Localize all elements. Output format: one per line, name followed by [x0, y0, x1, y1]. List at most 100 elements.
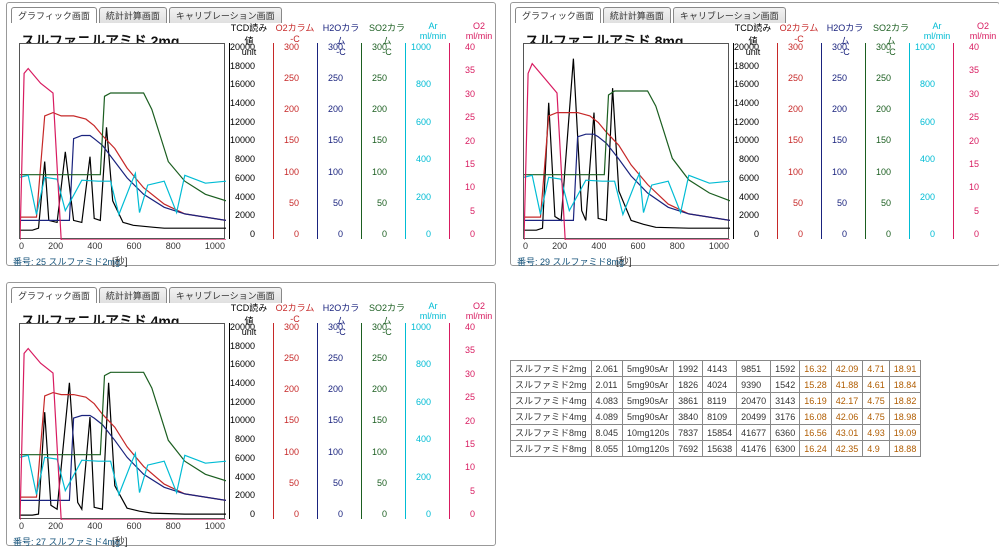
table-cell: 7692 [674, 441, 703, 457]
table-cell: 10mg120s [623, 425, 674, 441]
table-cell: スルファミド2mg [511, 361, 592, 377]
axis-scale-o2col: 300250200150100500 [273, 43, 299, 239]
tab[interactable]: 統計計算画面 [99, 287, 167, 303]
table-cell: 15638 [703, 441, 737, 457]
table-cell: 4.089 [591, 409, 623, 425]
chart-panel-p2: グラフィック画面統計計算画面キャリブレーション画面スルファニルアミド 2mgTC… [6, 2, 496, 266]
table-row: スルファミド2mg2.0615mg90sAr199241439851159216… [511, 361, 921, 377]
table-cell: スルファミド4mg [511, 409, 592, 425]
table-cell: スルファミド8mg [511, 441, 592, 457]
table-cell: 8.045 [591, 425, 623, 441]
table-cell: 5mg90sAr [623, 409, 674, 425]
table-cell: 18.88 [889, 441, 921, 457]
axis-scale-so2col: 300250200150100500 [865, 43, 891, 239]
table-cell: 1542 [771, 377, 800, 393]
table-cell: 4024 [703, 377, 737, 393]
table-cell: 5mg90sAr [623, 377, 674, 393]
table-cell: 16.24 [800, 441, 832, 457]
tab[interactable]: 統計計算画面 [99, 7, 167, 23]
axis-scale-ar: 10008006004002000 [405, 43, 431, 239]
table-cell: 8109 [703, 409, 737, 425]
table-cell: 9851 [737, 361, 771, 377]
panel-footer: 番号: 29 スルファミド8mg [517, 255, 624, 268]
table-cell: 1592 [771, 361, 800, 377]
table-cell: スルファミド2mg [511, 377, 592, 393]
table-cell: 41677 [737, 425, 771, 441]
axis-scale-o2: 4035302520151050 [449, 323, 475, 519]
table-cell: 3861 [674, 393, 703, 409]
table-cell: 41.88 [831, 377, 863, 393]
table-cell: 16.08 [800, 409, 832, 425]
axis-scale-tcd: 2000018000160001400012000100008000600040… [733, 43, 759, 239]
table-cell: 4.71 [863, 361, 890, 377]
panel-footer: 番号: 27 スルファミド4mg [13, 535, 120, 548]
panel-footer: 番号: 25 スルファミド2mg [13, 255, 120, 268]
series-line [20, 93, 226, 201]
table-cell: 7837 [674, 425, 703, 441]
axis-scale-o2: 4035302520151050 [449, 43, 475, 239]
table-cell: 10mg120s [623, 441, 674, 457]
table-cell: 42.06 [831, 409, 863, 425]
axis-scale-h2ocol: 300250200150100500 [317, 323, 343, 519]
table-cell: 42.09 [831, 361, 863, 377]
table-cell: 16.19 [800, 393, 832, 409]
tab[interactable]: 統計計算画面 [603, 7, 671, 23]
table-cell: 2.061 [591, 361, 623, 377]
table-cell: 41476 [737, 441, 771, 457]
table-cell: 42.35 [831, 441, 863, 457]
table-cell: 4.75 [863, 393, 890, 409]
table-cell: 5mg90sAr [623, 361, 674, 377]
table-cell: 1992 [674, 361, 703, 377]
axis-scale-ar: 10008006004002000 [405, 323, 431, 519]
table-cell: 8.055 [591, 441, 623, 457]
tab[interactable]: グラフィック画面 [11, 7, 97, 23]
axis-scale-o2: 4035302520151050 [953, 43, 979, 239]
table-cell: 4.083 [591, 393, 623, 409]
tab[interactable]: グラフィック画面 [11, 287, 97, 303]
table-cell: 3143 [771, 393, 800, 409]
table-cell: 1826 [674, 377, 703, 393]
table-cell: 6360 [771, 425, 800, 441]
results-table: スルファミド2mg2.0615mg90sAr199241439851159216… [510, 360, 921, 457]
table-cell: 18.98 [889, 409, 921, 425]
axis-scale-h2ocol: 300250200150100500 [821, 43, 847, 239]
table-cell: 15854 [703, 425, 737, 441]
table-row: スルファミド4mg4.0895mg90sAr384081092049931761… [511, 409, 921, 425]
axis-scale-o2col: 300250200150100500 [777, 43, 803, 239]
plot-area [19, 323, 225, 519]
table-cell: 4.61 [863, 377, 890, 393]
axis-scale-ar: 10008006004002000 [909, 43, 935, 239]
table-cell: 18.82 [889, 393, 921, 409]
table-cell: 16.56 [800, 425, 832, 441]
table-cell: 4.75 [863, 409, 890, 425]
x-ticks: 02004006008001000 [523, 241, 729, 251]
x-ticks: 02004006008001000 [19, 521, 225, 531]
axis-scale-tcd: 2000018000160001400012000100008000600040… [229, 323, 255, 519]
series-line [20, 349, 226, 521]
table-row: スルファミド4mg4.0835mg90sAr386181192047031431… [511, 393, 921, 409]
table-cell: スルファミド4mg [511, 393, 592, 409]
chart-panel-p8: グラフィック画面統計計算画面キャリブレーション画面スルファニルアミド 8mgTC… [510, 2, 999, 266]
table-row: スルファミド2mg2.0115mg90sAr182640249390154215… [511, 377, 921, 393]
axis-scale-o2col: 300250200150100500 [273, 323, 299, 519]
table-cell: 18.91 [889, 361, 921, 377]
table-cell: 19.09 [889, 425, 921, 441]
chart-panel-p4: グラフィック画面統計計算画面キャリブレーション画面スルファニルアミド 4mgTC… [6, 282, 496, 546]
plot-area [523, 43, 729, 239]
table-cell: 18.84 [889, 377, 921, 393]
table-cell: 20470 [737, 393, 771, 409]
axis-scale-h2ocol: 300250200150100500 [317, 43, 343, 239]
tab[interactable]: グラフィック画面 [515, 7, 601, 23]
plot-area [19, 43, 225, 239]
table-cell: 6300 [771, 441, 800, 457]
axis-scale-tcd: 2000018000160001400012000100008000600040… [229, 43, 255, 239]
table-cell: スルファミド8mg [511, 425, 592, 441]
table-cell: 4.9 [863, 441, 890, 457]
table-row: スルファミド8mg8.05510mg120s769215638414766300… [511, 441, 921, 457]
table-cell: 9390 [737, 377, 771, 393]
table-cell: 8119 [703, 393, 737, 409]
table-cell: 15.28 [800, 377, 832, 393]
series-line [20, 453, 226, 494]
series-line [20, 69, 226, 241]
axis-scale-so2col: 300250200150100500 [361, 323, 387, 519]
